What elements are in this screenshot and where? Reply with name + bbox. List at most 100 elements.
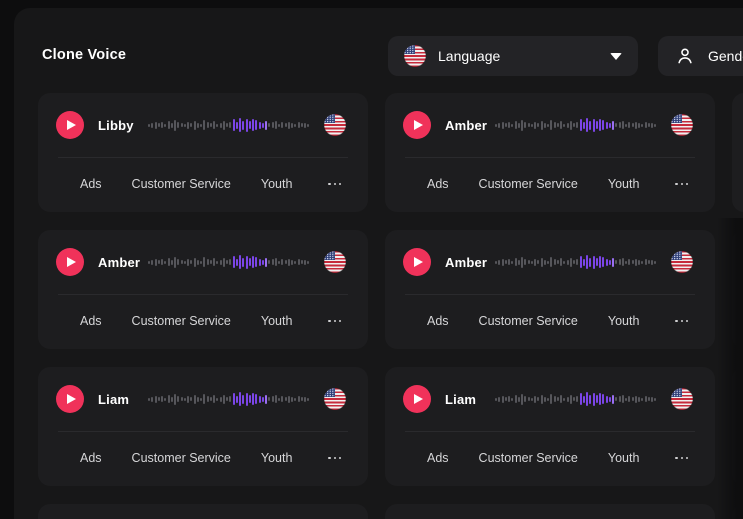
voice-name: Liam (98, 392, 146, 407)
waveform (495, 391, 657, 407)
us-flag-icon (671, 251, 693, 273)
play-icon (414, 120, 423, 130)
tag: Ads (80, 314, 102, 328)
tag: Youth (261, 314, 293, 328)
more-options-button[interactable] (671, 316, 692, 327)
tag: Customer Service (479, 314, 578, 328)
chevron-down-icon (610, 53, 622, 60)
ellipsis-icon (328, 457, 331, 460)
voice-card (38, 504, 368, 519)
voice-card-grid: Libby Ads Customer Service Youth Amber (38, 93, 743, 519)
ellipsis-icon (686, 457, 689, 460)
tag: Youth (261, 177, 293, 191)
tag: Customer Service (132, 177, 231, 191)
play-icon (67, 394, 76, 404)
play-button[interactable] (403, 385, 431, 413)
tag: Customer Service (479, 451, 578, 465)
voice-card (732, 504, 743, 519)
tag: Ads (427, 177, 449, 191)
play-button[interactable] (56, 111, 84, 139)
waveform (495, 254, 657, 270)
tag: Ads (427, 314, 449, 328)
voice-card: Amber Ads Customer Service Youth (38, 230, 368, 349)
ellipsis-icon (675, 320, 678, 323)
ellipsis-icon (328, 320, 331, 323)
ellipsis-icon (339, 320, 342, 323)
voice-card: Amber Ads Customer Service Youth (385, 93, 715, 212)
card-top-row: Amber (385, 93, 715, 157)
ellipsis-icon (339, 183, 342, 186)
tag-row: Ads Customer Service Youth (38, 432, 368, 484)
us-flag-icon (671, 388, 693, 410)
play-button[interactable] (56, 248, 84, 276)
gender-filter-label: Gender (708, 48, 743, 64)
more-options-button[interactable] (671, 179, 692, 190)
tag: Customer Service (132, 314, 231, 328)
more-options-button[interactable] (324, 453, 345, 464)
more-options-button[interactable] (324, 179, 345, 190)
more-options-button[interactable] (671, 453, 692, 464)
tag: Customer Service (479, 177, 578, 191)
ellipsis-icon (339, 457, 342, 460)
voice-card (732, 230, 743, 349)
play-button[interactable] (403, 248, 431, 276)
voice-card: Amber Ads Customer Service Youth (385, 230, 715, 349)
ellipsis-icon (334, 320, 337, 323)
voice-name: Amber (98, 255, 146, 270)
ellipsis-icon (334, 457, 337, 460)
tag: Youth (608, 314, 640, 328)
waveform (495, 117, 657, 133)
language-filter-button[interactable]: Language (388, 36, 638, 76)
tag-row: Ads Customer Service Youth (38, 158, 368, 210)
play-icon (414, 394, 423, 404)
waveform (148, 117, 310, 133)
voice-name: Amber (445, 118, 493, 133)
voice-card: Liam Ads Customer Service Youth (385, 367, 715, 486)
voice-card (732, 367, 743, 486)
person-icon (674, 45, 696, 67)
voice-card: Liam Ads Customer Service Youth (38, 367, 368, 486)
ellipsis-icon (328, 183, 331, 186)
us-flag-icon (671, 114, 693, 136)
card-top-row: Amber (385, 230, 715, 294)
us-flag-icon (404, 45, 426, 67)
ellipsis-icon (681, 320, 684, 323)
card-top-row: Amber (38, 230, 368, 294)
play-icon (414, 257, 423, 267)
ellipsis-icon (681, 183, 684, 186)
voice-card (732, 93, 743, 212)
ellipsis-icon (681, 457, 684, 460)
play-button[interactable] (403, 111, 431, 139)
page-title: Clone Voice (42, 47, 126, 63)
more-options-button[interactable] (324, 316, 345, 327)
tag: Ads (427, 451, 449, 465)
us-flag-icon (324, 388, 346, 410)
tag-row: Ads Customer Service Youth (385, 432, 715, 484)
card-top-row: Liam (38, 367, 368, 431)
waveform (148, 254, 310, 270)
ellipsis-icon (686, 320, 689, 323)
us-flag-icon (324, 251, 346, 273)
ellipsis-icon (686, 183, 689, 186)
tag: Youth (261, 451, 293, 465)
card-top-row: Libby (38, 93, 368, 157)
waveform (148, 391, 310, 407)
ellipsis-icon (334, 183, 337, 186)
play-button[interactable] (56, 385, 84, 413)
us-flag-icon (324, 114, 346, 136)
tag: Ads (80, 451, 102, 465)
card-top-row: Liam (385, 367, 715, 431)
gender-filter-button[interactable]: Gender (658, 36, 743, 76)
tag: Youth (608, 177, 640, 191)
tag: Customer Service (132, 451, 231, 465)
tag: Youth (608, 451, 640, 465)
voice-name: Liam (445, 392, 493, 407)
tag: Ads (80, 177, 102, 191)
ellipsis-icon (675, 457, 678, 460)
tag-row: Ads Customer Service Youth (385, 158, 715, 210)
ellipsis-icon (675, 183, 678, 186)
language-filter-label: Language (438, 48, 500, 64)
tag-row: Ads Customer Service Youth (385, 295, 715, 347)
voice-card: Libby Ads Customer Service Youth (38, 93, 368, 212)
voice-card (385, 504, 715, 519)
